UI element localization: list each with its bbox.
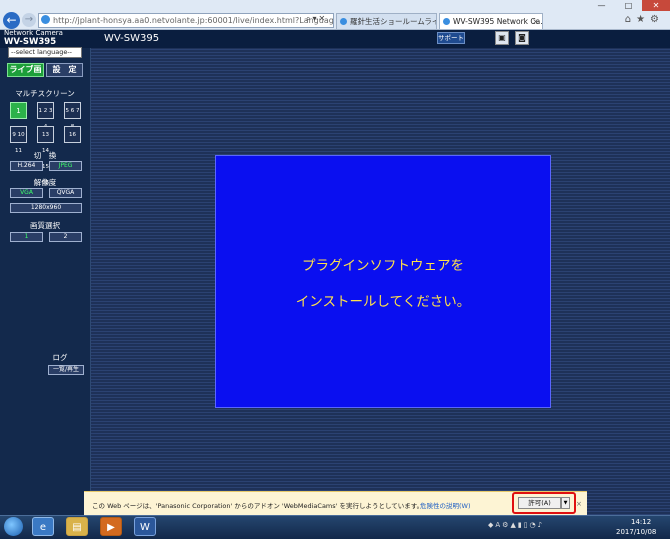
ie-tab-icon bbox=[443, 18, 450, 25]
language-select[interactable]: --select language-- bbox=[8, 47, 82, 58]
forward-icon[interactable]: → bbox=[22, 13, 36, 27]
folder-taskbar-icon[interactable]: ▤ bbox=[66, 517, 88, 536]
close-window-button[interactable]: ✕ bbox=[642, 0, 670, 11]
jpeg-button[interactable]: JPEG bbox=[49, 161, 82, 171]
1280x960-button[interactable]: 1280x960 bbox=[10, 203, 82, 213]
close-notification-icon[interactable]: × bbox=[576, 500, 582, 508]
grid-4-button-2[interactable]: 5 6 7 8 bbox=[64, 102, 81, 130]
tab-label: 羅針生活ショールームライブ... bbox=[350, 17, 437, 26]
plugin-notice-panel bbox=[215, 155, 551, 408]
word-taskbar-icon[interactable]: W bbox=[134, 517, 156, 536]
grid-16-button[interactable]: 16 bbox=[64, 126, 81, 143]
risk-explanation-link[interactable]: 危険性の説明(W) bbox=[420, 500, 471, 510]
tab-setup[interactable]: 設 定 bbox=[46, 63, 83, 77]
clock-date[interactable]: 2017/10/08 bbox=[616, 528, 656, 536]
allow-button[interactable]: 許可(A) bbox=[518, 497, 561, 509]
support-button[interactable]: サポート bbox=[437, 32, 465, 44]
brand-network-camera: Network Camera bbox=[4, 29, 63, 37]
switch-label: 切 換 bbox=[33, 151, 57, 160]
tab-live[interactable]: ライブ画 bbox=[7, 63, 44, 77]
window-controls: — □ ✕ bbox=[588, 0, 670, 11]
url-text: http://jplant-honsya.aa0.netvolante.jp:6… bbox=[53, 16, 334, 25]
quality-1-button[interactable]: 1 bbox=[10, 232, 43, 242]
grid-4-button-3[interactable]: 9 10 11 12 bbox=[10, 126, 27, 170]
quality-label: 画質選択 bbox=[30, 221, 60, 230]
back-icon[interactable]: ← bbox=[3, 12, 20, 29]
vga-button[interactable]: VGA bbox=[10, 188, 43, 198]
ie-page-icon bbox=[41, 15, 50, 24]
resolution-label: 解像度 bbox=[33, 178, 57, 187]
camera-snapshot-icon[interactable]: ◙ bbox=[515, 31, 529, 45]
tab-label: WV-SW395 Network Ca... bbox=[453, 17, 543, 26]
allow-dropdown-icon[interactable]: ▼ bbox=[561, 497, 570, 509]
grid-4-button-4[interactable]: 13 14 15 16 bbox=[37, 126, 54, 186]
grid-1-button[interactable]: 1 bbox=[10, 102, 27, 119]
quality-2-button[interactable]: 2 bbox=[49, 232, 82, 242]
brand-model: WV-SW395 bbox=[4, 37, 57, 47]
tab-wv-sw395[interactable]: WV-SW395 Network Ca... × bbox=[439, 13, 543, 29]
clock-time[interactable]: 14:12 bbox=[631, 518, 651, 526]
start-button[interactable] bbox=[4, 517, 23, 536]
addon-message: この Web ページは、'Panasonic Corporation' からのア… bbox=[92, 502, 424, 510]
minimize-button[interactable]: — bbox=[588, 0, 615, 11]
maximize-button[interactable]: □ bbox=[615, 0, 642, 11]
grid-4-button-1[interactable]: 1 2 3 4 bbox=[37, 102, 54, 130]
multiscreen-label: マルチスクリーン bbox=[15, 89, 75, 98]
qvga-button[interactable]: QVGA bbox=[49, 188, 82, 198]
camera-header bbox=[0, 30, 670, 48]
system-tray-icons[interactable]: ◆A⚙▲▮▯◔♪ bbox=[488, 521, 544, 529]
ie-tab-icon bbox=[340, 18, 347, 25]
home-favorites-settings-icons[interactable]: ⌂★⚙ bbox=[625, 14, 664, 25]
tab-close-icon[interactable]: × bbox=[532, 14, 539, 29]
log-list-button[interactable]: 一覧/再生 bbox=[48, 365, 84, 375]
search-refresh-icons[interactable]: ⌕▾✕ bbox=[306, 14, 327, 24]
ie-taskbar-icon[interactable]: e bbox=[32, 517, 54, 536]
log-label: ログ bbox=[52, 353, 68, 362]
tab-showroom[interactable]: 羅針生活ショールームライブ... bbox=[336, 13, 437, 29]
h264-button[interactable]: H.264 bbox=[10, 161, 43, 171]
plugin-message-line2: インストールしてください。 bbox=[295, 294, 471, 310]
address-bar[interactable]: http://jplant-honsya.aa0.netvolante.jp:6… bbox=[38, 13, 334, 28]
record-icon[interactable]: ▣ bbox=[495, 31, 509, 45]
media-player-taskbar-icon[interactable]: ▶ bbox=[100, 517, 122, 536]
page-title: WV-SW395 bbox=[104, 33, 160, 44]
plugin-message-line1: プラグインソフトウェアを bbox=[302, 258, 464, 274]
